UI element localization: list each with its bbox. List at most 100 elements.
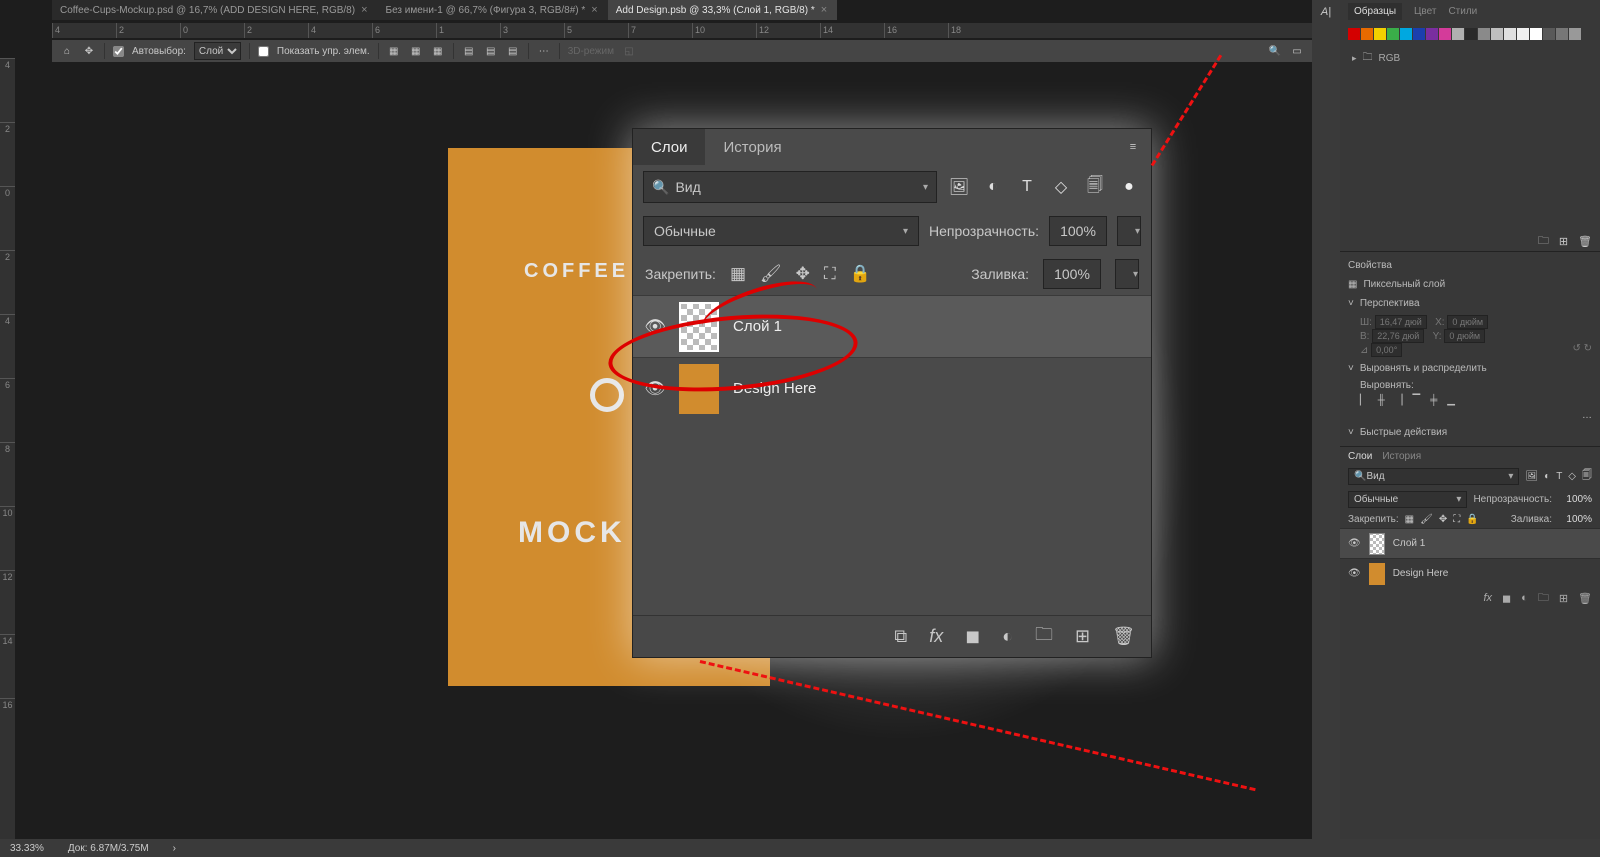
- layer-row-2[interactable]: 👁 Design Here: [1340, 558, 1600, 588]
- tab-doc-3[interactable]: Add Design.psb @ 33,3% (Слой 1, RGB/8) *…: [608, 0, 837, 20]
- move-icon[interactable]: ✥: [82, 44, 96, 58]
- perspective-section[interactable]: Перспектива: [1360, 298, 1420, 309]
- align-left-icon[interactable]: ▏: [1360, 395, 1368, 406]
- filter-toggle[interactable]: ●: [1117, 175, 1141, 199]
- more-icon[interactable]: …: [1360, 410, 1592, 421]
- close-icon[interactable]: ×: [821, 4, 827, 16]
- blend-mode-dropdown[interactable]: Обычные: [643, 216, 919, 246]
- opacity-value[interactable]: 100%: [1049, 216, 1107, 246]
- chevron-right-icon[interactable]: ›: [173, 843, 176, 854]
- swatch[interactable]: [1478, 28, 1490, 40]
- delete-icon[interactable]: 🗑: [1578, 235, 1592, 248]
- filter-text-icon[interactable]: T: [1015, 175, 1039, 199]
- lock-all-icon[interactable]: 🔒: [1466, 514, 1478, 525]
- fill-dropdown[interactable]: [1115, 259, 1139, 289]
- x-field[interactable]: 0 дюйм: [1447, 315, 1488, 329]
- opacity-value[interactable]: 100%: [1558, 494, 1592, 505]
- lock-crop-icon[interactable]: ⛶: [1453, 514, 1460, 525]
- layer-thumbnail[interactable]: [679, 302, 719, 352]
- filter-adjust-icon[interactable]: ◐: [981, 175, 1005, 199]
- delete-icon[interactable]: 🗑: [1578, 592, 1592, 605]
- filter-shape-icon[interactable]: ◇: [1049, 175, 1073, 199]
- align-right-icon[interactable]: ▦: [431, 44, 445, 58]
- new-layer-icon[interactable]: ⊞: [1559, 592, 1568, 605]
- adjust-icon[interactable]: ◐: [1002, 626, 1013, 647]
- link-icon[interactable]: ⧉: [894, 626, 907, 647]
- mask-icon[interactable]: ◼: [1502, 592, 1511, 605]
- folder-icon[interactable]: 🗀: [1035, 622, 1053, 652]
- swatch[interactable]: [1374, 28, 1386, 40]
- swatch[interactable]: [1452, 28, 1464, 40]
- delete-icon[interactable]: 🗑: [1112, 626, 1135, 647]
- 3d-icon[interactable]: ◱: [622, 44, 636, 58]
- layer-thumbnail[interactable]: [679, 364, 719, 414]
- lock-all-icon[interactable]: 🔒: [850, 264, 871, 284]
- swatch[interactable]: [1387, 28, 1399, 40]
- new-layer-icon[interactable]: ⊞: [1075, 626, 1090, 647]
- align-section[interactable]: Выровнять и распределить: [1360, 363, 1487, 374]
- tab-color[interactable]: Цвет: [1414, 6, 1436, 17]
- mask-icon[interactable]: ◼: [965, 626, 980, 647]
- swatch[interactable]: [1556, 28, 1568, 40]
- layer-row-2[interactable]: 👁 Design Here: [633, 357, 1151, 419]
- search-field[interactable]: 🔍 Вид: [1348, 468, 1519, 485]
- visibility-icon[interactable]: 👁: [1348, 538, 1361, 549]
- autoselect-dropdown[interactable]: Слой: [194, 42, 241, 60]
- tab-doc-1[interactable]: Coffee-Cups-Mockup.psd @ 16,7% (ADD DESI…: [52, 0, 378, 20]
- opacity-dropdown[interactable]: [1117, 216, 1141, 246]
- align-top-icon[interactable]: ▔: [1413, 395, 1421, 406]
- layer-row-1[interactable]: 👁 Слой 1: [633, 295, 1151, 357]
- lock-brush-icon[interactable]: 🖌: [760, 264, 782, 284]
- swatch[interactable]: [1569, 28, 1581, 40]
- character-icon[interactable]: A|: [1321, 6, 1331, 18]
- filter-pixel-icon[interactable]: 🖼: [947, 175, 971, 199]
- filter-pixel-icon[interactable]: 🖼: [1525, 471, 1538, 482]
- height-field[interactable]: 22,76 дюй: [1372, 329, 1424, 343]
- swatch[interactable]: [1413, 28, 1425, 40]
- tab-doc-2[interactable]: Без имени-1 @ 66,7% (Фигура 3, RGB/8#) *…: [378, 0, 608, 20]
- lock-crop-icon[interactable]: ⛶: [824, 264, 836, 284]
- swatch[interactable]: [1530, 28, 1542, 40]
- quick-actions-section[interactable]: Быстрые действия: [1360, 427, 1447, 438]
- new-icon[interactable]: ⊞: [1559, 235, 1568, 248]
- swatch[interactable]: [1426, 28, 1438, 40]
- align-bottom-icon[interactable]: ▤: [506, 44, 520, 58]
- swatch[interactable]: [1361, 28, 1373, 40]
- folder-icon[interactable]: 🗀: [1538, 589, 1549, 608]
- filter-smart-icon[interactable]: 🗐: [1582, 468, 1592, 485]
- tab-layers[interactable]: Слои: [633, 129, 705, 165]
- show-controls-checkbox[interactable]: [258, 46, 269, 57]
- swatch[interactable]: [1465, 28, 1477, 40]
- swatch-folder[interactable]: 🗀 RGB: [1340, 46, 1600, 71]
- close-icon[interactable]: ×: [591, 4, 597, 16]
- autoselect-checkbox[interactable]: [113, 46, 124, 57]
- tab-history[interactable]: История: [705, 129, 799, 165]
- fill-value[interactable]: 100%: [1043, 259, 1101, 289]
- adjust-icon[interactable]: ◐: [1521, 592, 1528, 604]
- swatch[interactable]: [1517, 28, 1529, 40]
- visibility-icon[interactable]: 👁: [645, 379, 665, 399]
- align-center-icon[interactable]: ▦: [409, 44, 423, 58]
- zoom-level[interactable]: 33.33%: [10, 843, 44, 854]
- filter-text-icon[interactable]: T: [1556, 471, 1562, 482]
- width-field[interactable]: 16,47 дюй: [1375, 315, 1427, 329]
- search-field[interactable]: 🔍 Вид: [643, 171, 937, 203]
- swatch[interactable]: [1543, 28, 1555, 40]
- tab-styles[interactable]: Стили: [1448, 6, 1477, 17]
- layer-row-1[interactable]: 👁 Слой 1: [1340, 528, 1600, 558]
- layer-thumbnail[interactable]: [1369, 563, 1385, 585]
- lock-trans-icon[interactable]: ▦: [730, 264, 746, 284]
- swatch[interactable]: [1400, 28, 1412, 40]
- visibility-icon[interactable]: 👁: [645, 317, 665, 337]
- home-icon[interactable]: ⌂: [60, 44, 74, 58]
- lock-move-icon[interactable]: ✥: [796, 264, 810, 284]
- fx-icon[interactable]: fx: [929, 626, 943, 647]
- visibility-icon[interactable]: 👁: [1348, 568, 1361, 579]
- workspace-icon[interactable]: ▭: [1290, 44, 1304, 58]
- align-right-icon[interactable]: ▕: [1395, 395, 1403, 406]
- folder-icon[interactable]: 🗀: [1538, 232, 1549, 251]
- filter-smart-icon[interactable]: 🗐: [1083, 175, 1107, 199]
- tab-swatches[interactable]: Образцы: [1348, 3, 1402, 20]
- align-middle-icon[interactable]: ▤: [484, 44, 498, 58]
- layer-thumbnail[interactable]: [1369, 533, 1385, 555]
